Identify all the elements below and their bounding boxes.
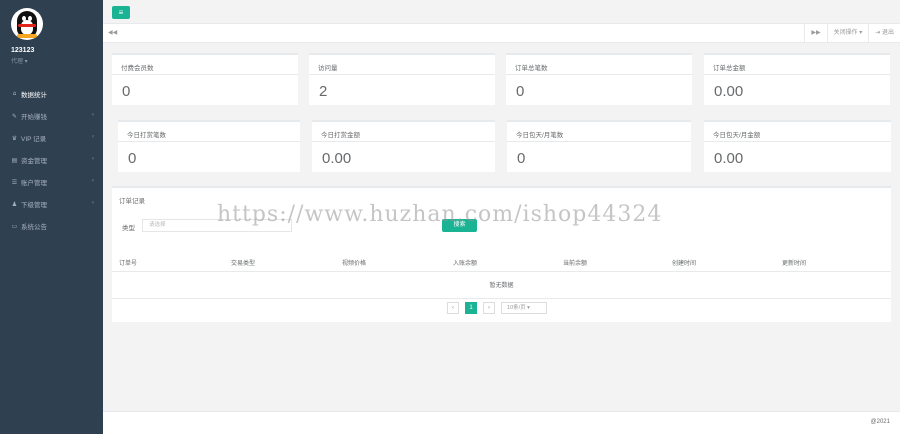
copyright: @2021: [870, 419, 890, 425]
stat-title: 今日打赏笔数: [127, 132, 166, 139]
stat-value: 0: [122, 83, 131, 100]
sidebar-nav: ⌂ 数据统计 ✎ 开始赚钱 ‹ ♛ VIP 记录 ‹ ▤ 资金管理 ‹ ☰ 账户…: [0, 83, 103, 237]
chevron-left-icon: ‹: [92, 200, 94, 206]
page-size-select[interactable]: 10条/页 ▾: [501, 302, 547, 314]
stat-title: 访问量: [318, 65, 338, 72]
team-icon: ♟: [11, 201, 18, 208]
user-icon: ☰: [11, 179, 18, 186]
menu-toggle-button[interactable]: ≡: [112, 6, 130, 19]
page-button-current[interactable]: 1: [465, 302, 477, 314]
stat-title: 订单总金额: [713, 65, 746, 72]
column-header: 创建时间: [672, 261, 697, 267]
sidebar-item-label: 数据统计: [21, 92, 47, 99]
table-header: 订单号 交易类型 视频价格 入账余额 当前余额 创建时间 更新时间: [112, 250, 891, 272]
sidebar-item-earn[interactable]: ✎ 开始赚钱 ‹: [0, 105, 103, 127]
sidebar-item-notice[interactable]: ▭ 系统公告: [0, 215, 103, 237]
stat-value: 2: [319, 83, 328, 100]
sidebar-item-funds[interactable]: ▤ 资金管理 ‹: [0, 149, 103, 171]
stat-card: 今日包天/月笔数 0: [507, 120, 691, 172]
stat-value: 0: [516, 83, 525, 100]
stat-title: 今日打赏金额: [321, 132, 360, 139]
stat-value: 0.00: [714, 150, 744, 167]
watermark: https://www.huzhan.com/ishop44324: [217, 202, 663, 227]
sidebar-item-label: 下级管理: [21, 202, 47, 209]
stat-value: 0: [517, 150, 526, 167]
stat-title: 付费会员数: [121, 65, 154, 72]
notice-icon: ▭: [11, 223, 18, 230]
sidebar-item-vip[interactable]: ♛ VIP 记录 ‹: [0, 127, 103, 149]
username: 123123: [11, 47, 35, 54]
sidebar-item-label: 账户管理: [21, 180, 47, 187]
stat-card: 订单总金额 0.00: [704, 53, 890, 105]
sidebar-item-label: 开始赚钱: [21, 114, 47, 121]
sidebar-item-label: VIP 记录: [21, 136, 47, 143]
panel-title: 订单记录: [119, 198, 145, 205]
scroll-right-icon[interactable]: ▶▶: [804, 24, 826, 43]
stat-value: 0.00: [714, 83, 744, 100]
column-header: 当前余额: [563, 261, 588, 267]
wallet-icon: ▤: [11, 157, 18, 164]
stat-card: 订单总笔数 0: [506, 53, 692, 105]
user-role-dropdown[interactable]: 代理 ▾: [11, 56, 103, 65]
filter-label: 类型: [122, 225, 135, 232]
sidebar-item-label: 资金管理: [21, 158, 47, 165]
scroll-left-icon[interactable]: ◀◀: [108, 29, 117, 36]
column-header: 更新时间: [782, 261, 807, 267]
sidebar-item-account[interactable]: ☰ 账户管理 ‹: [0, 171, 103, 193]
logout-button[interactable]: ⇥ 退出: [868, 24, 900, 43]
stat-title: 今日包天/月金额: [713, 132, 761, 139]
stat-card: 访问量 2: [309, 53, 495, 105]
main-content: 付费会员数 0 访问量 2 订单总笔数 0 订单总金额 0.00 今日打赏笔数 …: [103, 43, 900, 411]
stat-card: 今日打赏笔数 0: [118, 120, 300, 172]
stat-title: 今日包天/月笔数: [516, 132, 564, 139]
edit-icon: ✎: [11, 113, 18, 120]
chevron-left-icon: ‹: [92, 134, 94, 140]
sidebar-item-team[interactable]: ♟ 下级管理 ‹: [0, 193, 103, 215]
stat-value: 0: [128, 150, 137, 167]
column-header: 入账余额: [453, 261, 478, 267]
stat-card: 付费会员数 0: [112, 53, 298, 105]
prev-page-button[interactable]: ‹: [447, 302, 459, 314]
empty-state: 暂无数据: [112, 273, 891, 299]
column-header: 订单号: [119, 261, 138, 267]
chevron-left-icon: ‹: [92, 178, 94, 184]
stat-card: 今日包天/月金额 0.00: [704, 120, 891, 172]
stat-value: 0.00: [322, 150, 352, 167]
tab-bar: ◀◀ ▶▶ 关闭操作 ▾ ⇥ 退出: [103, 24, 900, 43]
stat-card: 今日打赏金额 0.00: [312, 120, 495, 172]
stat-title: 订单总笔数: [515, 65, 548, 72]
close-ops-dropdown[interactable]: 关闭操作 ▾: [826, 24, 869, 43]
next-page-button[interactable]: ›: [483, 302, 495, 314]
chevron-left-icon: ‹: [92, 112, 94, 118]
sidebar-item-label: 系统公告: [21, 224, 47, 231]
sidebar: 123123 代理 ▾ ⌂ 数据统计 ✎ 开始赚钱 ‹ ♛ VIP 记录 ‹ ▤…: [0, 0, 103, 434]
sidebar-item-stats[interactable]: ⌂ 数据统计: [0, 83, 103, 105]
tab-actions: ▶▶ 关闭操作 ▾ ⇥ 退出: [804, 24, 900, 43]
column-header: 视频价格: [342, 261, 367, 267]
profile: 123123 代理 ▾: [0, 0, 103, 72]
home-icon: ⌂: [12, 91, 17, 97]
chevron-left-icon: ‹: [92, 156, 94, 162]
footer: @2021: [103, 411, 900, 434]
vip-icon: ♛: [11, 135, 18, 142]
column-header: 交易类型: [231, 261, 256, 267]
topbar: ≡: [103, 0, 900, 24]
pagination: ‹ 1 › 10条/页 ▾: [447, 302, 547, 314]
avatar[interactable]: [11, 8, 43, 40]
